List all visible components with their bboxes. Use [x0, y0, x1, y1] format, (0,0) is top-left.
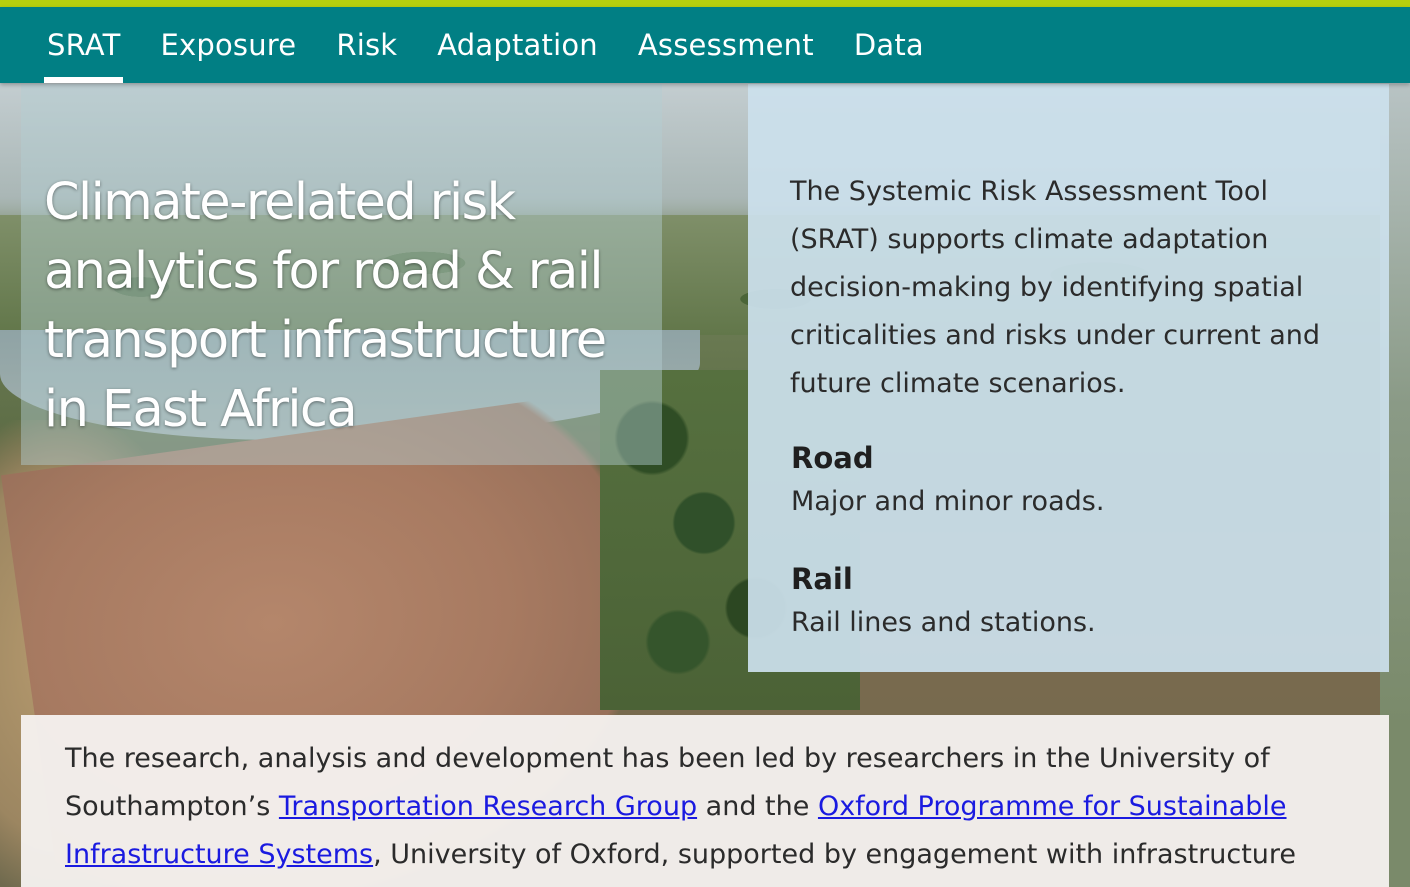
- main-navbar: SRAT Exposure Risk Adaptation Assessment…: [0, 7, 1410, 83]
- info-panel: The Systemic Risk Assessment Tool (SRAT)…: [748, 84, 1389, 672]
- credits-panel: The research, analysis and development h…: [21, 715, 1389, 887]
- info-intro-line: The Systemic Risk Assessment Tool: [790, 176, 1268, 207]
- info-intro: The Systemic Risk Assessment Tool (SRAT)…: [790, 168, 1340, 408]
- hero-title-line: analytics for road & rail: [44, 242, 604, 301]
- info-intro-line: future climate scenarios.: [790, 368, 1126, 399]
- hero-title-line: in East Africa: [44, 380, 358, 439]
- info-intro-line: (SRAT) supports climate adaptation: [790, 224, 1269, 255]
- nav-item-data[interactable]: Data: [851, 7, 927, 83]
- nav-item-adaptation[interactable]: Adaptation: [434, 7, 601, 83]
- hero-title-line: transport infrastructure: [44, 311, 607, 370]
- road-description: Major and minor roads.: [791, 486, 1105, 517]
- info-intro-line: criticalities and risks under current an…: [790, 320, 1321, 351]
- road-heading: Road: [791, 441, 874, 475]
- nav-item-assessment[interactable]: Assessment: [635, 7, 817, 83]
- nav-menu: SRAT Exposure Risk Adaptation Assessment…: [44, 7, 961, 83]
- transportation-research-group-link[interactable]: Transportation Research Group: [279, 791, 697, 822]
- nav-item-risk[interactable]: Risk: [333, 7, 400, 83]
- rail-heading: Rail: [791, 562, 853, 596]
- nav-item-exposure[interactable]: Exposure: [157, 7, 299, 83]
- info-intro-line: decision-making by identifying spatial: [790, 272, 1304, 303]
- credits-text-between: and the: [697, 791, 818, 822]
- credits-text: The research, analysis and development h…: [65, 735, 1355, 887]
- top-accent-bar: [0, 0, 1410, 7]
- hero-title: Climate-related risk analytics for road …: [44, 168, 644, 444]
- hero-title-line: Climate-related risk: [44, 173, 516, 232]
- rail-description: Rail lines and stations.: [791, 607, 1096, 638]
- nav-item-srat[interactable]: SRAT: [44, 7, 124, 83]
